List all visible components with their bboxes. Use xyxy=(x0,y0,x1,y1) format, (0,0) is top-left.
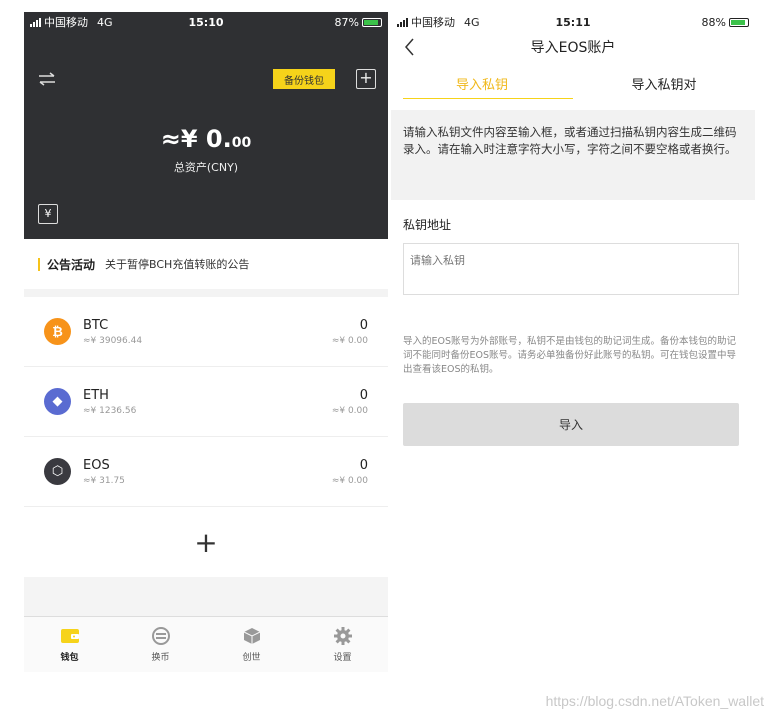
exchange-icon xyxy=(151,626,170,645)
balance-prefix: ≈¥ xyxy=(160,125,206,153)
announcement-title: 公告活动 xyxy=(47,257,96,272)
wallet-icon xyxy=(60,628,79,643)
asset-price: ≈¥ 39096.44 xyxy=(83,335,143,346)
tab-label: 设置 xyxy=(333,652,352,663)
total-balance: ≈¥ 0.00 xyxy=(24,125,388,153)
tab-import-key-pair[interactable]: 导入私钥对 xyxy=(573,74,755,110)
battery-percent: 87% xyxy=(334,15,359,29)
back-chevron-icon[interactable] xyxy=(403,38,417,56)
carrier: 中国移动 xyxy=(44,16,88,29)
bottom-tab-bar: 钱包 换币 创世 设置 xyxy=(24,616,388,672)
swap-arrows-icon[interactable] xyxy=(38,72,56,86)
carrier: 中国移动 xyxy=(411,16,455,29)
tab-label: 换币 xyxy=(151,652,170,663)
status-bar: 中国移动 4G 15:11 88% xyxy=(391,12,755,32)
battery-icon xyxy=(729,17,749,27)
tab-exchange[interactable]: 换币 xyxy=(115,617,206,672)
announcement-bar[interactable]: 公告活动 关于暂停BCH充值转账的公告 xyxy=(24,239,388,289)
asset-name: BTC xyxy=(83,317,109,333)
import-tabs: 导入私钥 导入私钥对 xyxy=(391,74,755,110)
gear-icon xyxy=(333,626,352,645)
asset-name: ETH xyxy=(83,387,109,403)
tab-wallet[interactable]: 钱包 xyxy=(24,617,115,672)
bitcoin-icon: ₿ xyxy=(44,318,71,345)
signal-icon xyxy=(397,17,408,27)
accent-bar xyxy=(38,257,40,271)
status-time: 15:11 xyxy=(555,15,591,29)
asset-list: ₿ BTC ≈¥ 39096.44 0 ≈¥ 0.00 ◆ ETH ≈¥ 123… xyxy=(24,297,388,507)
eos-icon: ⬡ xyxy=(44,458,71,485)
balance-panel: 备份钱包 + ≈¥ 0.00 总资产(CNY) ¥ xyxy=(24,32,388,239)
asset-row-eos[interactable]: ⬡ EOS ≈¥ 31.75 0 ≈¥ 0.00 xyxy=(24,437,388,507)
instructions-box: 请输入私钥文件内容至输入框，或者通过扫描私钥内容生成二维码录入。请在输入时注意字… xyxy=(391,110,755,200)
battery-icon xyxy=(362,17,382,27)
add-asset-button[interactable]: + xyxy=(24,507,388,577)
asset-name: EOS xyxy=(83,457,110,473)
tab-genesis[interactable]: 创世 xyxy=(206,617,297,672)
announcement-text[interactable]: 关于暂停BCH充值转账的公告 xyxy=(105,256,249,272)
plus-square-icon[interactable]: + xyxy=(356,69,376,89)
ethereum-icon: ◆ xyxy=(44,388,71,415)
battery-percent: 88% xyxy=(701,15,726,29)
asset-value: ≈¥ 0.00 xyxy=(331,335,368,346)
asset-value: ≈¥ 0.00 xyxy=(331,475,368,486)
tab-settings[interactable]: 设置 xyxy=(297,617,388,672)
private-key-input[interactable] xyxy=(403,243,739,295)
asset-price: ≈¥ 31.75 xyxy=(83,475,125,486)
balance-main: 0. xyxy=(205,125,232,153)
divider xyxy=(24,289,388,297)
tab-label: 创世 xyxy=(242,652,261,663)
network-type: 4G xyxy=(97,15,113,29)
balance-decimals: 00 xyxy=(231,135,252,151)
nav-bar: 导入EOS账户 xyxy=(391,32,755,62)
wallet-home-screen: 中国移动 4G 15:10 87% 备份钱包 + ≈¥ 0.00 总资产(CNY… xyxy=(24,12,388,672)
asset-amount: 0 xyxy=(359,317,368,333)
import-button[interactable]: 导入 xyxy=(403,403,739,446)
signal-icon xyxy=(30,17,41,27)
backup-wallet-button[interactable]: 备份钱包 xyxy=(273,69,335,89)
tab-import-private-key[interactable]: 导入私钥 xyxy=(391,74,573,110)
status-bar: 中国移动 4G 15:10 87% xyxy=(24,12,388,32)
import-eos-screen: 中国移动 4G 15:11 88% 导入EOS账户 导入私钥 导入私钥对 请输入… xyxy=(391,12,755,672)
asset-amount: 0 xyxy=(359,457,368,473)
status-time: 15:10 xyxy=(188,15,224,29)
asset-row-eth[interactable]: ◆ ETH ≈¥ 1236.56 0 ≈¥ 0.00 xyxy=(24,367,388,437)
asset-price: ≈¥ 1236.56 xyxy=(83,405,137,416)
asset-amount: 0 xyxy=(359,387,368,403)
watermark: https://blog.csdn.net/AToken_wallet xyxy=(545,693,764,709)
cube-icon xyxy=(243,627,260,644)
asset-value: ≈¥ 0.00 xyxy=(331,405,368,416)
private-key-label: 私钥地址 xyxy=(403,218,452,232)
currency-yen-icon[interactable]: ¥ xyxy=(38,204,58,224)
import-notes: 导入的EOS账号为外部账号，私钥不是由钱包的助记词生成。备份本钱包的助记词不能同… xyxy=(403,336,737,375)
total-balance-label: 总资产(CNY) xyxy=(173,161,239,174)
asset-row-btc[interactable]: ₿ BTC ≈¥ 39096.44 0 ≈¥ 0.00 xyxy=(24,297,388,367)
network-type: 4G xyxy=(464,15,480,29)
page-title: 导入EOS账户 xyxy=(530,40,616,56)
tab-label: 钱包 xyxy=(60,652,79,663)
